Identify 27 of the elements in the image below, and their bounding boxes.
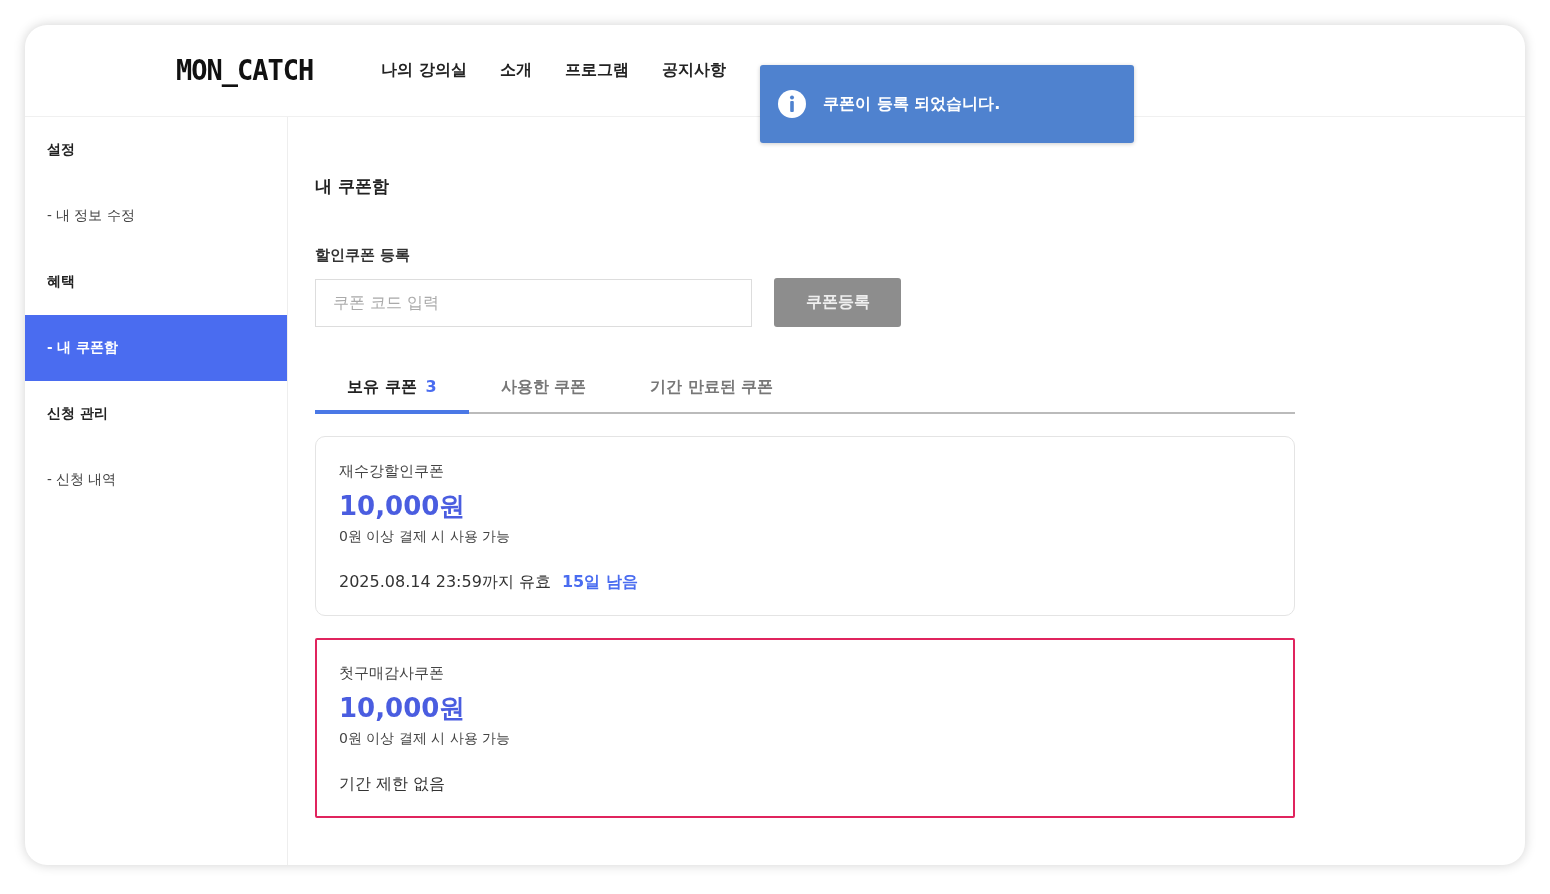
section-label: 할인쿠폰 등록 [315, 246, 412, 265]
coupon-name: 재수강할인쿠폰 [339, 462, 445, 481]
nav-link[interactable]: 소개 [499, 60, 532, 81]
sidebar-item[interactable]: - 내 정보 수정 [25, 183, 287, 249]
coupon-condition: 0원 이상 결제 시 사용 가능 [339, 730, 512, 748]
info-icon [777, 89, 807, 119]
coupon-amount: 10,000원 [339, 692, 467, 725]
coupon-name: 첫구매감사쿠폰 [339, 664, 445, 683]
coupon-validity: 기간 제한 없음 [339, 774, 446, 793]
sidebar-heading[interactable]: 혜택 [25, 249, 287, 315]
toast-message: 쿠폰이 등록 되었습니다. [823, 93, 1001, 115]
days-remaining: 15일 남음 [561, 572, 638, 591]
coupon-condition: 0원 이상 결제 시 사용 가능 [339, 528, 512, 546]
nav-link[interactable]: 공지사항 [661, 60, 726, 81]
tab[interactable]: 보유 쿠폰 3 [315, 377, 469, 414]
nav-link[interactable]: 프로그램 [564, 60, 629, 81]
tab[interactable]: 사용한 쿠폰 [468, 377, 619, 414]
sidebar-item[interactable]: - 내 쿠폰함 [25, 315, 287, 381]
nav-link[interactable]: 나의 강의실 [381, 60, 467, 81]
tab[interactable]: 기간 만료된 쿠폰 [618, 377, 806, 414]
sidebar-heading[interactable]: 설정 [25, 117, 287, 183]
sidebar-item[interactable]: - 신청 내역 [25, 447, 287, 513]
coupon-amount: 10,000원 [339, 490, 467, 523]
coupon-validity: 2025.08.14 23:59까지 유효 [339, 572, 551, 591]
page-title: 내 쿠폰함 [315, 175, 390, 198]
sidebar-heading[interactable]: 신청 관리 [25, 381, 287, 447]
logo[interactable]: MON_CATCH [176, 54, 314, 87]
